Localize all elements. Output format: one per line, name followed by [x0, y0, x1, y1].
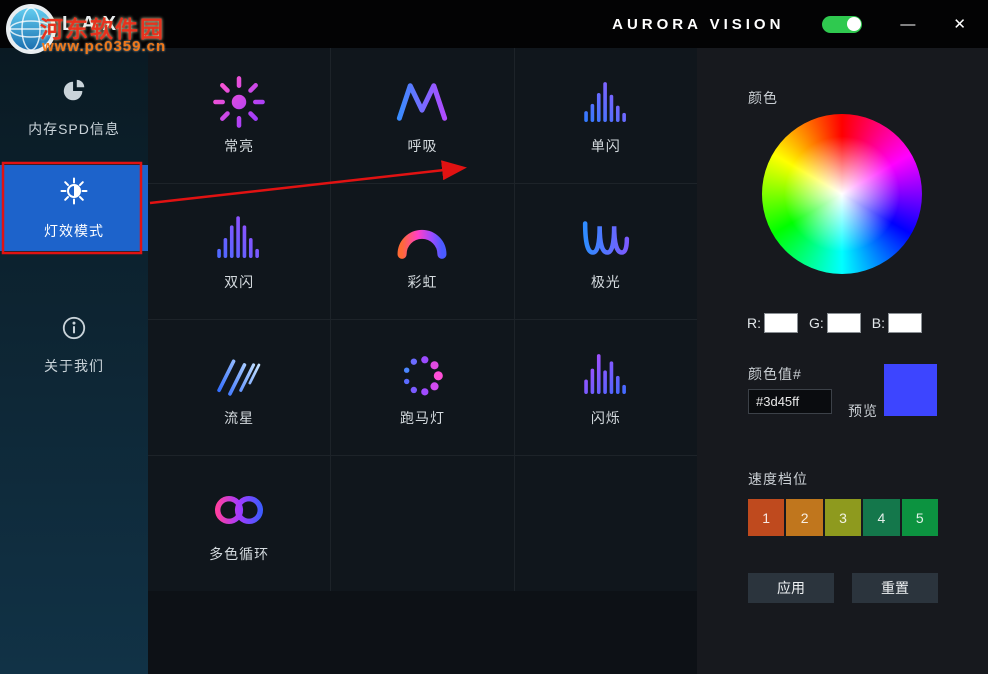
sidebar-item-light-mode[interactable]: 灯效模式 — [0, 165, 148, 251]
mode-label: 多色循环 — [209, 546, 270, 562]
color-panel: 颜色 R: G: B: 颜色值# 预览 速度档位 1 2 3 4 5 — [697, 48, 988, 674]
mode-label: 呼吸 — [407, 138, 438, 154]
mode-tile-meteor[interactable]: 流星 — [148, 320, 331, 455]
b-input[interactable] — [888, 313, 923, 333]
twinkle-bars-icon — [577, 342, 635, 406]
speed-button-4[interactable]: 4 — [863, 499, 900, 536]
minimize-button[interactable]: — — [900, 17, 915, 32]
speed-button-1[interactable]: 1 — [748, 499, 785, 536]
sidebar-item-label: 灯效模式 — [44, 222, 104, 239]
speed-button-5[interactable]: 5 — [901, 499, 939, 536]
spd-pie-icon — [61, 78, 87, 107]
aurora-wave-icon — [577, 206, 635, 270]
breath-wave-icon — [393, 70, 451, 134]
sidebar: 内存SPD信息 灯效模式 关于我们 — [0, 48, 148, 674]
empty-grid-cell — [514, 456, 697, 591]
galax-logo: GALAX — [18, 12, 123, 35]
b-label: B: — [871, 315, 886, 331]
mode-tile-breathing[interactable]: 呼吸 — [331, 48, 514, 183]
hex-value-label: 颜色值# — [748, 366, 802, 382]
speed-selector: 1 2 3 4 5 — [748, 499, 939, 536]
mode-tile-marquee[interactable]: 跑马灯 — [331, 320, 514, 455]
brightness-icon — [59, 176, 89, 209]
mode-label: 流星 — [224, 410, 255, 426]
mode-tile-twinkle[interactable]: 闪烁 — [514, 320, 697, 455]
mode-tile-multicolor-cycle[interactable]: 多色循环 — [148, 456, 331, 591]
close-button[interactable]: ✕ — [953, 17, 966, 32]
reset-button[interactable]: 重置 — [852, 573, 938, 603]
sidebar-item-about-us[interactable]: 关于我们 — [0, 303, 148, 387]
color-preview-swatch — [884, 364, 937, 416]
apply-button[interactable]: 应用 — [748, 573, 834, 603]
mode-label: 常亮 — [224, 138, 255, 154]
mode-label: 单闪 — [590, 138, 621, 154]
mode-tile-rainbow[interactable]: 彩虹 — [331, 184, 514, 319]
r-input[interactable] — [764, 313, 798, 333]
rainbow-icon — [393, 206, 451, 270]
mode-tile-aurora[interactable]: 极光 — [514, 184, 697, 319]
mode-tile-constant-bright[interactable]: 常亮 — [148, 48, 331, 183]
rgb-inputs-row: R: G: B: — [745, 313, 941, 333]
mode-label: 极光 — [590, 274, 621, 290]
aurora-vision-window: GALAX AURORA VISION — ✕ 内存SPD信息 灯效模式 关于我… — [0, 0, 988, 674]
meteor-icon — [210, 342, 268, 406]
empty-grid-cell — [331, 456, 514, 591]
mode-label: 跑马灯 — [399, 410, 445, 426]
single-flash-bars-icon — [577, 70, 635, 134]
g-label: G: — [809, 315, 824, 331]
toggle-knob — [847, 17, 862, 31]
info-icon — [61, 315, 87, 344]
preview-label: 预览 — [848, 403, 878, 419]
color-section-title: 颜色 — [748, 90, 778, 106]
mode-tile-single-flash[interactable]: 单闪 — [514, 48, 697, 183]
speed-button-2[interactable]: 2 — [786, 499, 823, 536]
sun-icon — [210, 70, 268, 134]
mode-grid-area: 常亮 呼吸 单闪 双闪 彩虹 极光 流星 跑马灯 闪烁 多色循环 — [148, 48, 697, 674]
double-flash-bars-icon — [210, 206, 268, 270]
sidebar-item-label: 关于我们 — [44, 357, 104, 374]
color-wheel[interactable] — [762, 114, 922, 274]
r-label: R: — [747, 315, 761, 331]
rgb-enable-toggle[interactable] — [822, 15, 863, 33]
hex-value-input[interactable] — [748, 389, 832, 414]
speed-section-title: 速度档位 — [748, 471, 808, 487]
mode-label: 彩虹 — [407, 274, 438, 290]
g-input[interactable] — [826, 313, 861, 333]
infinity-icon — [210, 478, 268, 542]
sidebar-item-memory-spd-info[interactable]: 内存SPD信息 — [0, 66, 148, 150]
sidebar-item-label: 内存SPD信息 — [28, 120, 120, 137]
app-title: AURORA VISION — [612, 15, 785, 33]
action-buttons-row: 应用 重置 — [748, 573, 938, 603]
mode-label: 闪烁 — [590, 410, 621, 426]
titlebar: GALAX AURORA VISION — ✕ — [0, 0, 988, 48]
speed-button-3[interactable]: 3 — [824, 499, 862, 536]
mode-tile-double-flash[interactable]: 双闪 — [148, 184, 331, 319]
marquee-dots-icon — [393, 342, 451, 406]
mode-label: 双闪 — [224, 274, 255, 290]
